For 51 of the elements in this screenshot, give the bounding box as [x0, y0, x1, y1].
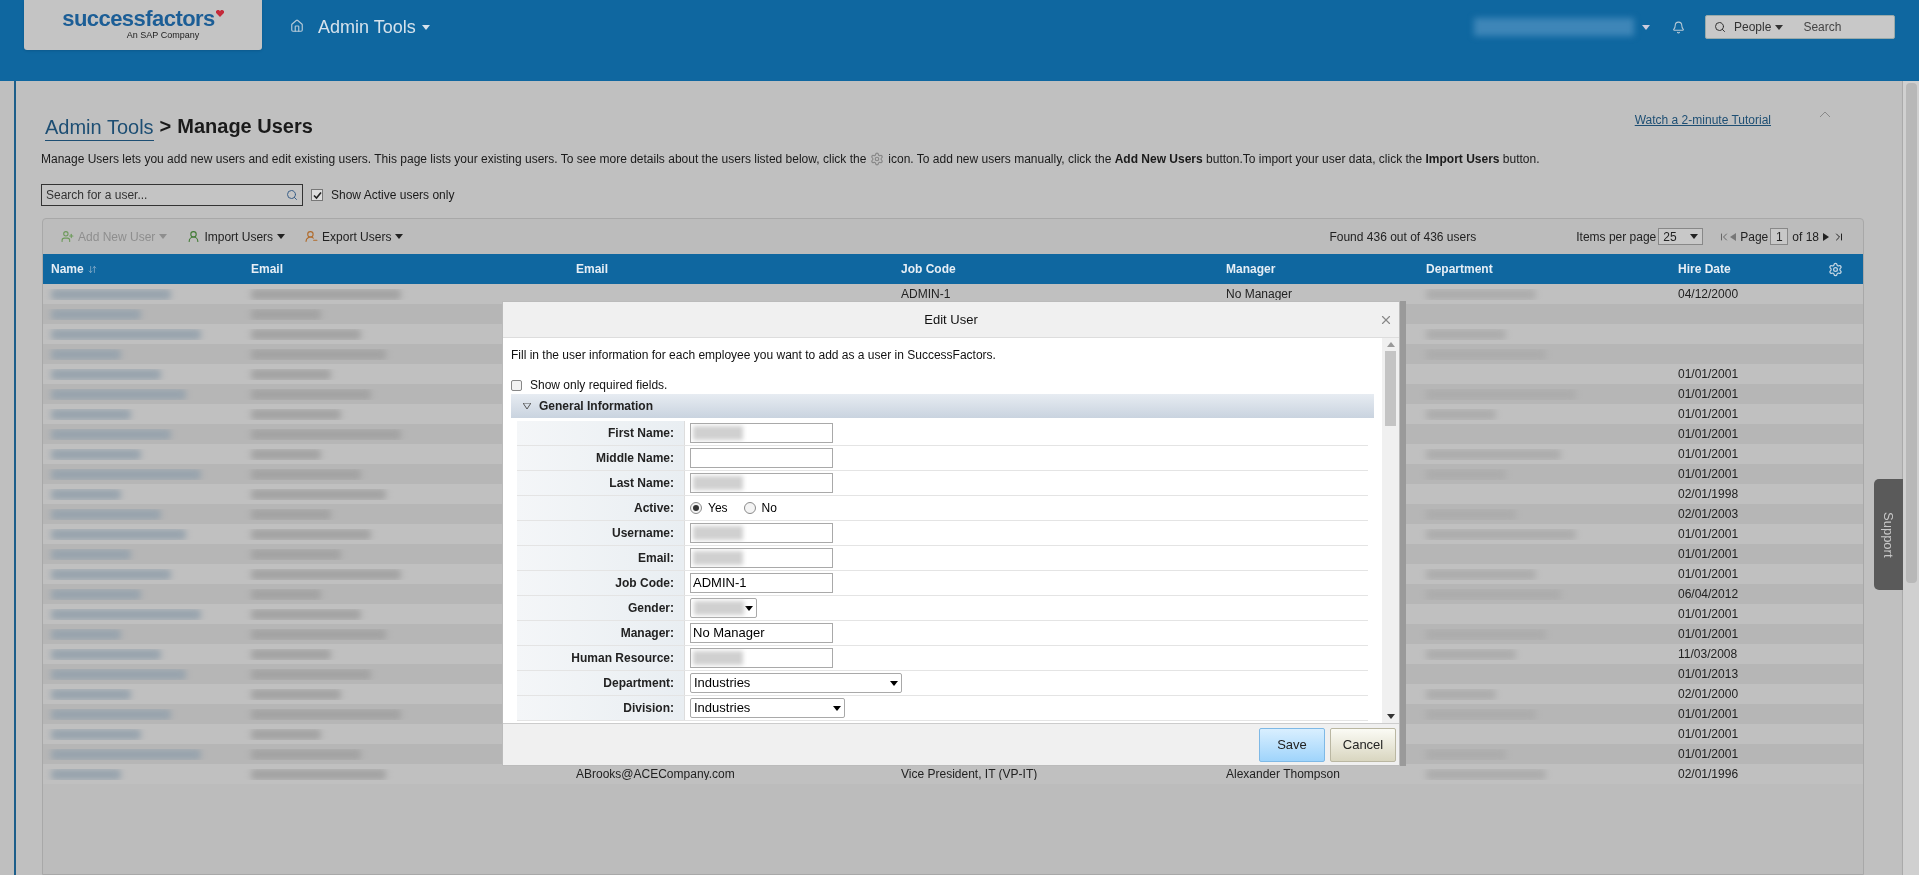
- table-cell: 02/01/1996: [1678, 768, 1739, 780]
- table-cell: 02/01/1998: [1678, 488, 1739, 500]
- checkbox-label: Show Active users only: [331, 187, 455, 204]
- table-cell: 01/01/2001: [1678, 528, 1739, 540]
- table-cell: 01/01/2001: [1678, 428, 1739, 440]
- field-label: Gender:: [628, 600, 674, 617]
- table-cell: 01/01/2001: [1678, 728, 1739, 740]
- field-label: Job Code:: [615, 575, 674, 592]
- table-cell: Alexander Thompson: [1226, 768, 1340, 780]
- field-label: Human Resource:: [571, 650, 674, 667]
- table-cell: 01/01/2001: [1678, 568, 1739, 580]
- table-cell: 01/01/2001: [1678, 708, 1739, 720]
- table-cell: 06/04/2012: [1678, 588, 1739, 600]
- table-cell: ADMIN-1: [901, 288, 951, 300]
- items-per-page-label: Items per page: [1576, 228, 1657, 246]
- table-cell: 01/01/2001: [1678, 548, 1739, 560]
- table-cell: 01/01/2001: [1678, 448, 1739, 460]
- field-label: Manager:: [620, 625, 674, 642]
- field-label: Active:: [634, 500, 674, 517]
- table-cell: 01/01/2001: [1678, 608, 1739, 620]
- page-label: Page: [1740, 228, 1769, 246]
- description-text: Manage Users lets you add new users and edit existing users. This page lists your existing users. To see more details about the users listed below, click the: [41, 151, 867, 168]
- table-cell: 04/12/2000: [1678, 288, 1739, 300]
- checkbox-label: Show only required fields.: [530, 377, 668, 394]
- table-cell: 01/01/2001: [1678, 628, 1739, 640]
- table-cell: 02/01/2003: [1678, 508, 1739, 520]
- table-cell: 01/01/2001: [1678, 748, 1739, 760]
- dialog-intro: Fill in the user information for each employee you want to add as a user in SuccessFactors.: [511, 347, 997, 364]
- table-cell: Vice President, IT (VP-IT): [901, 768, 1038, 780]
- field-label: Department:: [603, 675, 674, 692]
- field-label: Username:: [611, 525, 674, 542]
- table-cell: 01/01/2001: [1678, 368, 1739, 380]
- result-count: Found 436 out of 436 users: [1329, 228, 1477, 246]
- field-label: Division:: [623, 700, 674, 717]
- breadcrumb-separator: >: [159, 114, 172, 139]
- field-label: Middle Name:: [596, 450, 674, 467]
- page-total: of 18: [1792, 228, 1819, 246]
- description-text: icon. To add new users manually, click the Add New Users button.To import your user data, click the Import Users button.: [888, 151, 1540, 168]
- table-cell: No Manager: [1226, 288, 1293, 300]
- table-cell: 01/01/2001: [1678, 388, 1739, 400]
- table-cell: ABrooks@ACECompany.com: [576, 768, 735, 780]
- table-cell: 01/01/2001: [1678, 408, 1739, 420]
- field-label: First Name:: [607, 425, 674, 442]
- field-label: Last Name:: [609, 475, 674, 492]
- table-cell: 01/01/2001: [1678, 468, 1739, 480]
- table-cell: 02/01/2000: [1678, 688, 1739, 700]
- dialog-title: Edit User: [924, 310, 978, 329]
- field-label: Email:: [638, 550, 674, 567]
- table-cell: 11/03/2008: [1678, 648, 1738, 660]
- table-cell: 01/01/2013: [1678, 668, 1739, 680]
- page-title: Manage Users: [177, 114, 313, 139]
